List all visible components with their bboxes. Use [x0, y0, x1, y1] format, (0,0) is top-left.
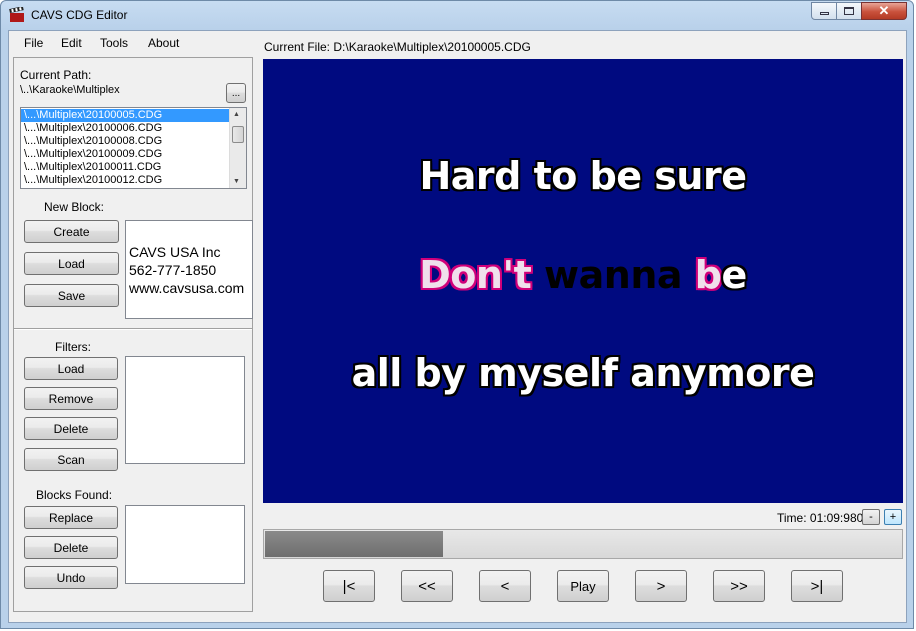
- blocks-delete-button[interactable]: Delete: [24, 536, 118, 559]
- time-value: 01:09:980: [809, 511, 864, 525]
- replace-button[interactable]: Replace: [24, 506, 118, 529]
- time-row: Time: 01:09:980: [777, 511, 863, 525]
- scroll-up-icon[interactable]: ▲: [233, 111, 240, 118]
- filters-list[interactable]: [125, 356, 245, 464]
- lyric-line-2: Don't wanna be: [263, 253, 903, 297]
- block-info-box[interactable]: CAVS USA Inc 562-777-1850 www.cavsusa.co…: [125, 220, 253, 319]
- lyric-line-3: all by myself anymore: [351, 351, 815, 395]
- lyric-wiped-word: wanna: [544, 253, 683, 297]
- current-file-row: Current File: D:\Karaoke\Multiplex\20100…: [264, 40, 531, 54]
- time-decrement-button[interactable]: -: [862, 509, 880, 525]
- menu-file[interactable]: File: [24, 36, 43, 50]
- current-path-label: Current Path:: [20, 68, 92, 82]
- filter-scan-button[interactable]: Scan: [24, 448, 118, 471]
- menu-bar: File Edit Tools About: [9, 31, 247, 53]
- minimize-button[interactable]: [811, 2, 837, 20]
- next-button[interactable]: >: [635, 570, 687, 602]
- filter-delete-button[interactable]: Delete: [24, 417, 118, 440]
- app-window: CAVS CDG Editor ✕ File Edit Tools About …: [0, 0, 914, 629]
- left-panel: Current Path: \..\Karaoke\Multiplex ... …: [13, 57, 253, 612]
- section-divider: [14, 328, 252, 330]
- create-block-button[interactable]: Create: [24, 220, 119, 243]
- file-list-item[interactable]: \...\Multiplex\20100012.CDG: [21, 174, 246, 187]
- undo-button[interactable]: Undo: [24, 566, 118, 589]
- menu-about[interactable]: About: [148, 36, 179, 50]
- close-button[interactable]: ✕: [861, 2, 907, 20]
- forward-button[interactable]: >>: [713, 570, 765, 602]
- title-bar[interactable]: CAVS CDG Editor ✕: [1, 1, 913, 29]
- file-list-scrollbar[interactable]: ▲ ▼: [229, 108, 246, 188]
- new-block-label: New Block:: [44, 200, 105, 214]
- file-list-item[interactable]: \...\Multiplex\20100008.CDG: [21, 135, 246, 148]
- last-button[interactable]: >|: [791, 570, 843, 602]
- info-company: CAVS USA Inc: [129, 244, 221, 260]
- current-path-value: \..\Karaoke\Multiplex: [20, 84, 120, 96]
- scroll-thumb[interactable]: [232, 126, 244, 143]
- file-list-item[interactable]: \...\Multiplex\20100005.CDG: [21, 109, 246, 122]
- time-increment-button[interactable]: +: [884, 509, 902, 525]
- progress-bar[interactable]: [263, 529, 903, 559]
- save-block-button[interactable]: Save: [24, 284, 119, 307]
- menu-edit[interactable]: Edit: [61, 36, 82, 50]
- filters-label: Filters:: [55, 340, 91, 354]
- current-file-value: D:\Karaoke\Multiplex\20100005.CDG: [333, 40, 531, 54]
- lyric-rest: e: [721, 253, 747, 297]
- first-button[interactable]: |<: [323, 570, 375, 602]
- cdg-display: Hard to be sure Don't wanna be all by my…: [263, 59, 903, 503]
- file-list[interactable]: \...\Multiplex\20100005.CDG \...\Multiple…: [20, 107, 247, 189]
- progress-fill: [265, 531, 443, 557]
- minimize-icon: [819, 12, 829, 15]
- blocks-found-list[interactable]: [125, 505, 245, 584]
- current-file-label: Current File:: [264, 40, 331, 54]
- file-list-item[interactable]: \...\Multiplex\20100011.CDG: [21, 161, 246, 174]
- scroll-down-icon[interactable]: ▼: [233, 178, 240, 185]
- filter-remove-button[interactable]: Remove: [24, 387, 118, 410]
- maximize-button[interactable]: [836, 2, 862, 20]
- lyric-line-1: Hard to be sure: [419, 154, 747, 198]
- maximize-icon: [844, 7, 854, 15]
- close-icon: ✕: [878, 3, 890, 18]
- info-phone: 562-777-1850: [129, 262, 217, 278]
- menu-tools[interactable]: Tools: [100, 36, 128, 50]
- info-website: www.cavsusa.com: [129, 280, 245, 296]
- load-block-button[interactable]: Load: [24, 252, 119, 275]
- play-button[interactable]: Play: [557, 570, 609, 602]
- filter-load-button[interactable]: Load: [24, 357, 118, 380]
- window-title: CAVS CDG Editor: [31, 8, 128, 22]
- rewind-button[interactable]: <<: [401, 570, 453, 602]
- clapperboard-icon: [9, 7, 24, 22]
- browse-button[interactable]: ...: [226, 83, 246, 103]
- lyric-sung-word: Don't: [419, 253, 532, 297]
- client-area: File Edit Tools About Current Path: \..\…: [8, 30, 907, 623]
- previous-button[interactable]: <: [479, 570, 531, 602]
- lyric-sung-part: b: [694, 253, 722, 297]
- file-list-item[interactable]: \...\Multiplex\20100009.CDG: [21, 148, 246, 161]
- time-label: Time:: [777, 511, 807, 525]
- blocks-found-label: Blocks Found:: [36, 488, 113, 502]
- file-list-item[interactable]: \...\Multiplex\20100006.CDG: [21, 122, 246, 135]
